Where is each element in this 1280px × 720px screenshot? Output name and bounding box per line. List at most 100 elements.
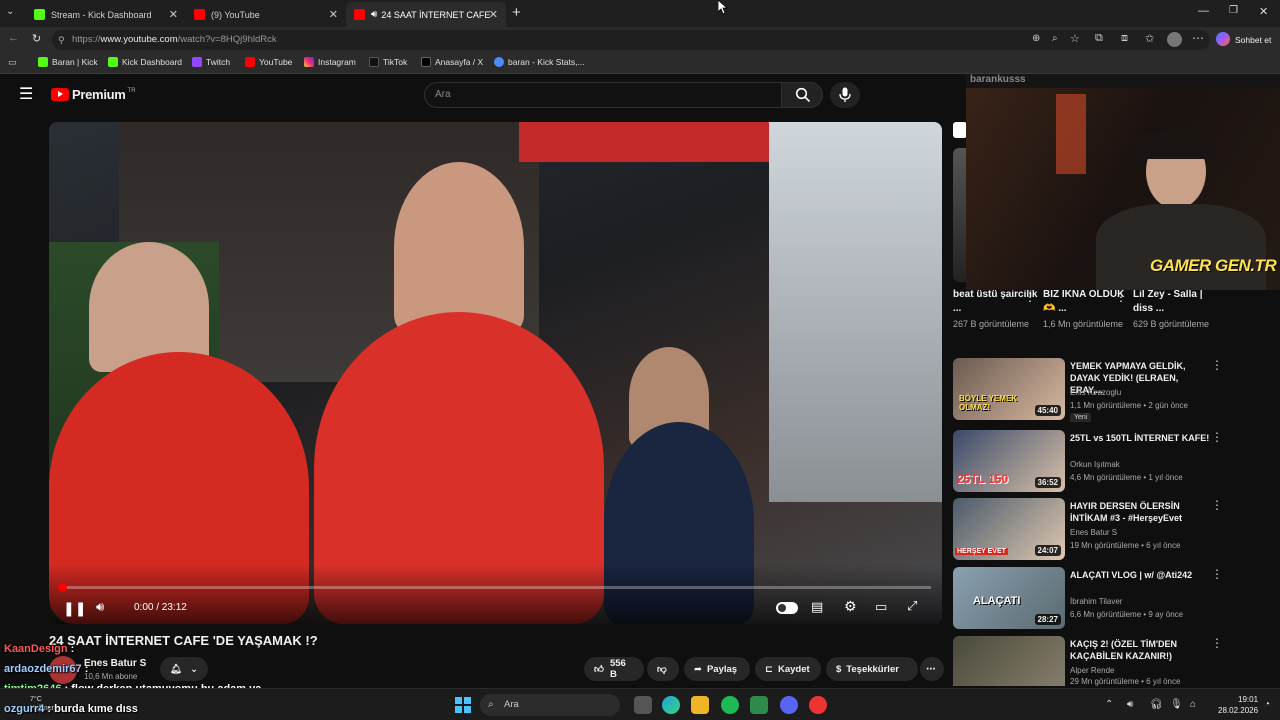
file-explorer-icon[interactable]	[691, 696, 709, 714]
notification-icon[interactable]: ◔	[1264, 699, 1270, 710]
tray-chevron-icon[interactable]: ⌃	[1105, 699, 1113, 710]
bookmark-twitch[interactable]: Twitch	[192, 57, 230, 67]
tab-kick-dashboard[interactable]: Stream - Kick Dashboard ✕	[26, 2, 186, 27]
share-button[interactable]: ➦ Paylaş	[684, 657, 750, 681]
close-tab-icon[interactable]: ✕	[329, 8, 338, 21]
tab-list-icon[interactable]: ⌄	[6, 6, 14, 17]
bookmark-youtube[interactable]: YouTube	[245, 57, 292, 67]
save-button[interactable]: ⊏ Kaydet	[755, 657, 821, 681]
collections-icon[interactable]: ✩	[1145, 32, 1154, 45]
video-more-icon[interactable]: ⋮	[1211, 636, 1223, 650]
subtitles-icon[interactable]: ▤	[811, 599, 823, 615]
recommended-video[interactable]: 25TL 150 36:52 25TL vs 150TL İNTERNET KA…	[953, 430, 1273, 494]
search-input[interactable]: Ara	[424, 82, 782, 108]
windows-start-icon[interactable]	[455, 697, 471, 713]
volume-icon[interactable]: 🔊︎	[1127, 699, 1133, 710]
translate-icon[interactable]: ⊕	[1032, 33, 1040, 44]
windows-taskbar: 7°C Yağmur ⌕ Ara ⌃ 🔊︎ 🎧︎ 🎙︎ ⌂ 19:01 28.0…	[0, 688, 1280, 720]
video-player[interactable]: ❚❚ 🔊︎ 0:00 / 23:12 ▤ ⚙︎ ▭ ⤢	[49, 122, 942, 624]
channel-name[interactable]: Enes Batur S	[84, 658, 146, 669]
bookmark-baran-kick[interactable]: Baran | Kick	[38, 57, 98, 67]
stats-icon	[494, 57, 504, 67]
bookmark-tiktok[interactable]: TikTok	[369, 57, 407, 67]
thanks-button[interactable]: $ Teşekkürler	[826, 657, 918, 681]
new-tab-icon[interactable]: +	[512, 4, 521, 21]
app-icon[interactable]	[750, 696, 768, 714]
obs-icon[interactable]	[809, 696, 827, 714]
restore-icon[interactable]: ❐	[1229, 5, 1238, 16]
pause-button[interactable]: ❚❚	[63, 600, 86, 617]
settings-gear-icon[interactable]: ⚙︎	[844, 598, 857, 615]
edge-browser-icon[interactable]	[662, 696, 680, 714]
youtube-favicon-icon	[354, 9, 365, 20]
thumbs-up-icon: 👍︎	[594, 664, 604, 675]
split-screen-icon[interactable]: ⧈	[1121, 32, 1128, 45]
gamer-gen-logo: GAMER GEN.TR	[1150, 256, 1277, 275]
close-tab-icon[interactable]: ✕	[489, 8, 498, 21]
copilot-chat-button[interactable]: Sohbet et	[1235, 35, 1271, 45]
cam-light	[1056, 94, 1086, 174]
recommended-video[interactable]: ALAÇATI 28:27 ALAÇATI VLOG | w/ @Ati242 …	[953, 567, 1273, 631]
more-menu-icon[interactable]: ⋯	[1192, 31, 1204, 45]
recommended-video[interactable]: BÖYLE YEMEK OLMAZ! 45:40 YEMEK YAPMAYA G…	[953, 358, 1273, 422]
chevron-down-icon: ⌄	[190, 663, 199, 675]
discord-icon[interactable]	[780, 696, 798, 714]
video-more-icon[interactable]: ⋮	[1211, 358, 1223, 372]
bookmark-instagram[interactable]: Instagram	[304, 57, 356, 67]
chip-button[interactable]	[953, 122, 967, 138]
streamer-webcam: barankusss GAMER GEN.TR	[966, 74, 1280, 290]
headset-icon[interactable]: 🎧︎	[1150, 699, 1163, 710]
volume-button[interactable]: 🔊︎	[96, 599, 104, 615]
mouse-cursor-icon	[718, 0, 728, 14]
search-icon: ⌕	[488, 699, 494, 710]
progress-scrubber[interactable]	[58, 583, 67, 592]
short-item[interactable]: Lil Zey - Salla | diss ... 629 B görüntü…	[1133, 288, 1221, 331]
task-view-icon[interactable]	[634, 696, 652, 714]
youtube-icon	[245, 57, 255, 67]
close-tab-icon[interactable]: ✕	[169, 8, 178, 21]
mic-tray-icon[interactable]: 🎙︎	[1170, 699, 1183, 710]
search-button[interactable]	[781, 82, 823, 108]
recommended-video[interactable]: HERŞEY EVET 24:07 HAYIR DERSEN ÖLERSİN İ…	[953, 498, 1273, 562]
favorite-star-icon[interactable]: ☆	[1070, 32, 1080, 45]
autoplay-toggle[interactable]	[776, 602, 798, 614]
youtube-premium-logo[interactable]: Premium TR	[51, 87, 136, 102]
notification-bell-button[interactable]: 🔔︎ ⌄	[160, 657, 208, 681]
more-actions-button[interactable]: ⋯	[920, 657, 944, 681]
video-thumbnail	[953, 636, 1065, 686]
tab-current-video[interactable]: 🔊︎ 24 SAAT İNTERNET CAFE 'DE ✕	[346, 2, 506, 27]
zoom-icon[interactable]: ⌕	[1052, 33, 1058, 44]
like-button[interactable]: 👍︎ 556 B	[584, 657, 644, 681]
progress-bar[interactable]	[58, 583, 931, 592]
extensions-icon[interactable]: ⧉	[1095, 32, 1103, 45]
theater-mode-icon[interactable]: ▭	[875, 599, 887, 615]
video-thumbnail: HERŞEY EVET 24:07	[953, 498, 1065, 560]
dislike-button[interactable]: 👎︎	[647, 657, 679, 681]
copilot-icon[interactable]	[1216, 32, 1230, 46]
video-more-icon[interactable]: ⋮	[1211, 498, 1223, 512]
clock[interactable]: 19:01 28.02.2026	[1218, 694, 1258, 716]
minimize-icon[interactable]: —	[1198, 5, 1209, 17]
bookmark-kick-stats[interactable]: baran - Kick Stats,...	[494, 57, 585, 67]
close-window-icon[interactable]: ✕	[1259, 5, 1268, 18]
bookmark-kick-dashboard[interactable]: Kick Dashboard	[108, 57, 182, 67]
reload-icon[interactable]: ↻	[32, 32, 41, 45]
reading-list-icon[interactable]: ▭	[8, 57, 17, 68]
bookmarks-bar: ▭ Baran | Kick Kick Dashboard Twitch You…	[0, 53, 1280, 74]
profile-avatar[interactable]	[1167, 32, 1182, 47]
short-more-icon[interactable]: ⋮	[1024, 290, 1036, 304]
hamburger-menu-icon[interactable]: ☰	[19, 84, 33, 104]
site-info-icon[interactable]: ⚲	[58, 30, 65, 50]
short-more-icon[interactable]: ⋮	[1115, 290, 1127, 304]
taskbar-search[interactable]: ⌕ Ara	[480, 694, 620, 716]
fullscreen-icon[interactable]: ⤢	[907, 598, 917, 614]
video-more-icon[interactable]: ⋮	[1211, 430, 1223, 444]
tab-youtube[interactable]: (9) YouTube ✕	[186, 2, 346, 27]
video-more-icon[interactable]: ⋮	[1211, 567, 1223, 581]
back-icon[interactable]: ←	[8, 32, 19, 44]
network-icon[interactable]: ⌂	[1190, 699, 1196, 710]
voice-search-button[interactable]	[830, 82, 860, 108]
bookmark-x[interactable]: Anasayfa / X	[421, 57, 483, 67]
recommended-video[interactable]: KAÇIŞ 2! (ÖZEL TİM'DEN KAÇABİLEN KAZANIR…	[953, 636, 1273, 686]
spotify-icon[interactable]	[721, 696, 739, 714]
